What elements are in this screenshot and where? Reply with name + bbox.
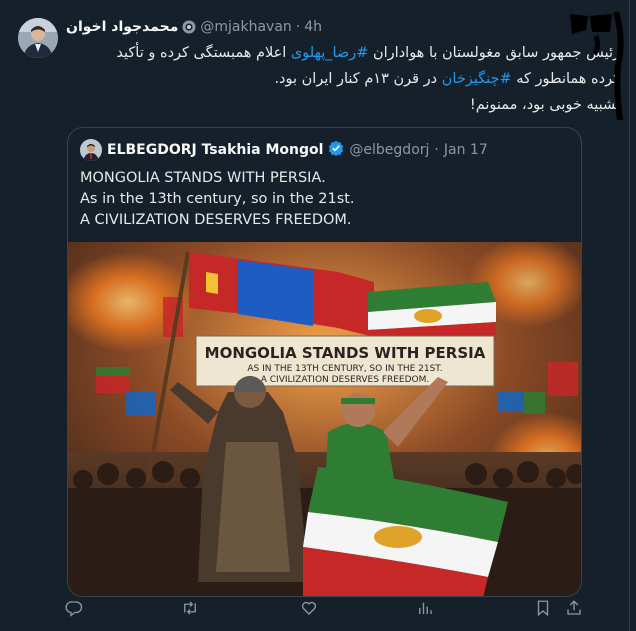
quote-author-handle[interactable]: @elbegdorj (349, 142, 429, 158)
reply-icon[interactable] (62, 596, 86, 620)
quote-author-name[interactable]: ELBEGDORJ Tsakhia Mongol (107, 142, 323, 158)
author-name[interactable]: محمدجواد اخوان (66, 19, 178, 35)
header-separator: · (295, 19, 301, 35)
tweet-time[interactable]: 4h (304, 19, 322, 35)
quote-header: ELBEGDORJ Tsakhia Mongol @elbegdorj · Ja… (80, 139, 488, 161)
views-icon[interactable] (413, 596, 437, 620)
affiliate-badge-icon (182, 20, 196, 34)
author-handle[interactable]: @mjakhavan (200, 19, 291, 35)
hashtag-genghis-khan[interactable]: #چنگیزخان (442, 71, 512, 87)
tweet-text: رئیس جمهور سابق مغولستان با هواداران #رض… (70, 40, 620, 118)
like-icon[interactable] (297, 596, 321, 620)
verified-badge-icon (328, 140, 344, 160)
quote-line: As in the 13th century, so in the 21st. (80, 191, 355, 207)
hashtag-reza-pahlavi[interactable]: #رضا_پهلوی (291, 45, 369, 61)
quote-separator: · (434, 142, 439, 158)
share-icon[interactable] (562, 596, 586, 620)
column-divider (629, 0, 630, 631)
quote-date[interactable]: Jan 17 (444, 142, 488, 158)
quote-line: A CIVILIZATION DESERVES FREEDOM. (80, 212, 352, 228)
banner-line-2: AS IN THE 13TH CENTURY, SO IN THE 21ST. (247, 364, 442, 374)
banner-line-3: A CIVILIZATION DESERVES FREEDOM. (261, 375, 430, 385)
tweet-line-2: کرده همانطور که #چنگیزخان در قرن ۱۳م کنا… (70, 66, 620, 92)
banner-title: MONGOLIA STANDS WITH PERSIA (205, 344, 486, 362)
quote-line: MONGOLIA STANDS WITH PERSIA. (80, 170, 326, 186)
bookmark-icon[interactable] (531, 596, 555, 620)
tweet-header: محمدجواد اخوان @mjakhavan · 4h (66, 16, 322, 38)
retweet-icon[interactable] (178, 596, 202, 620)
tweet-text-segment: در قرن ۱۳م کنار ایران بود. (274, 71, 442, 87)
quoted-tweet[interactable]: ELBEGDORJ Tsakhia Mongol @elbegdorj · Ja… (67, 127, 582, 597)
tweet[interactable]: محمدجواد اخوان @mjakhavan · 4h رئیس جمهو… (0, 0, 636, 631)
tweet-actions (0, 596, 636, 620)
quote-image[interactable]: MONGOLIA STANDS WITH PERSIA AS IN THE 13… (68, 237, 581, 596)
tweet-line-1: رئیس جمهور سابق مغولستان با هواداران #رض… (70, 40, 620, 66)
handwritten-scribble (566, 8, 626, 126)
author-avatar[interactable] (18, 18, 58, 58)
tweet-text-segment: اعلام همبستگی کرده و تأکید (116, 45, 291, 61)
quote-avatar[interactable] (80, 139, 102, 161)
tweet-line-3: تشبیه خوبی بود، ممنونم! (469, 97, 620, 113)
quote-text: MONGOLIA STANDS WITH PERSIA. As in the 1… (80, 168, 355, 231)
